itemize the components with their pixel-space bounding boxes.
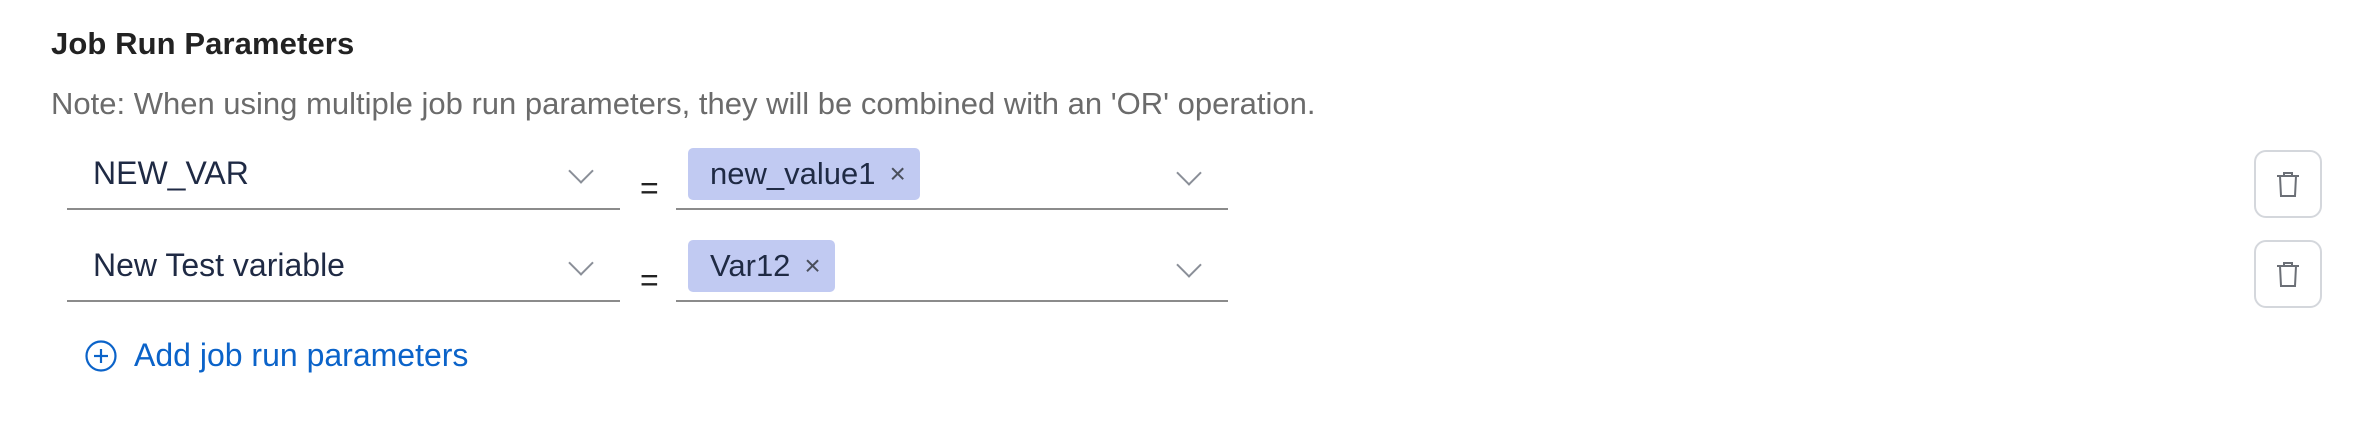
value-multiselect[interactable]: Var12 ×: [676, 232, 1228, 302]
parameter-row: New Test variable = Var12 ×: [0, 232, 2376, 312]
add-job-run-parameters-button[interactable]: Add job run parameters: [84, 337, 468, 374]
chevron-down-icon: [1176, 160, 1202, 186]
section-title: Job Run Parameters: [51, 26, 355, 61]
close-icon[interactable]: ×: [889, 160, 905, 188]
value-tag: new_value1 ×: [688, 148, 920, 200]
plus-circle-icon: [85, 339, 117, 372]
equals-operator: =: [640, 262, 659, 298]
equals-operator: =: [640, 170, 659, 206]
value-tag: Var12 ×: [688, 240, 835, 292]
chevron-down-icon: [1176, 252, 1202, 278]
chevron-down-icon: [568, 158, 594, 184]
trash-icon: [2277, 172, 2299, 197]
value-tag-label: Var12: [710, 248, 791, 283]
value-multiselect[interactable]: new_value1 ×: [676, 140, 1228, 210]
variable-select-value: NEW_VAR: [93, 155, 249, 191]
add-job-run-parameters-label: Add job run parameters: [134, 337, 469, 373]
section-note: Note: When using multiple job run parame…: [51, 86, 1316, 121]
variable-select-value: New Test variable: [93, 247, 345, 283]
job-run-parameters-panel: Job Run Parameters Note: When using mult…: [0, 0, 2376, 430]
trash-icon: [2277, 262, 2299, 287]
close-icon[interactable]: ×: [804, 252, 820, 280]
parameter-row: NEW_VAR = new_value1 ×: [0, 140, 2376, 220]
variable-select[interactable]: New Test variable: [67, 232, 620, 302]
variable-select[interactable]: NEW_VAR: [67, 140, 620, 210]
chevron-down-icon: [568, 250, 594, 276]
value-tag-label: new_value1: [710, 156, 876, 191]
delete-parameter-button[interactable]: [2254, 240, 2322, 308]
delete-parameter-button[interactable]: [2254, 150, 2322, 218]
